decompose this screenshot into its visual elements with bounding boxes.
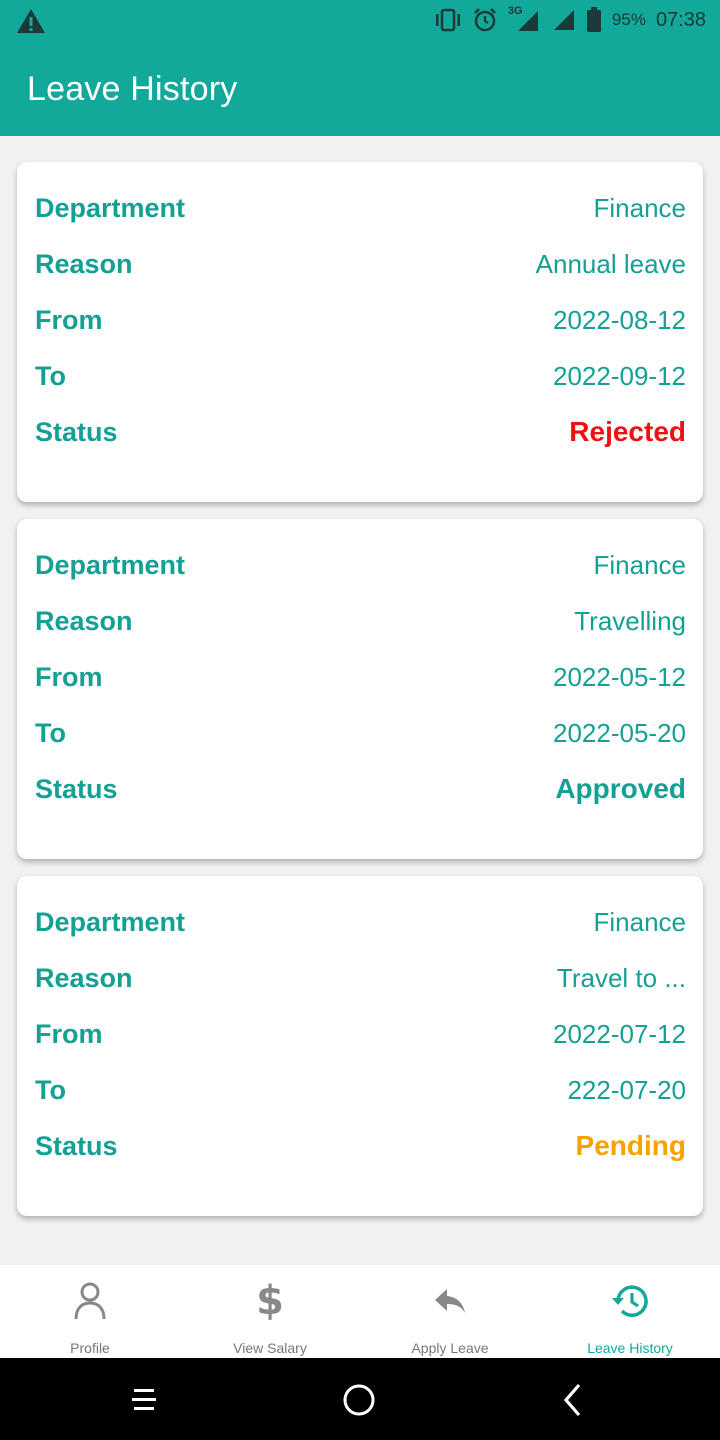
nav-apply-leave[interactable]: Apply Leave — [360, 1265, 540, 1358]
department-value: Finance — [593, 906, 687, 937]
leave-card[interactable]: Department Finance Reason Travelling Fro… — [17, 519, 703, 859]
from-label: From — [35, 304, 103, 335]
battery-percentage: 95% — [611, 10, 646, 29]
to-date: 2022-09-12 — [553, 360, 686, 391]
to-label: To — [35, 717, 66, 748]
status-row: Status Approved — [35, 769, 686, 809]
battery-icon — [586, 7, 602, 33]
from-row: From 2022-07-12 — [35, 1014, 686, 1054]
reason-value: Travelling — [574, 605, 686, 636]
nav-profile[interactable]: Profile — [0, 1265, 180, 1358]
back-icon[interactable] — [551, 1378, 595, 1422]
reason-row: Reason Travelling — [35, 601, 686, 641]
to-date: 222-07-20 — [567, 1074, 686, 1105]
to-label: To — [35, 360, 66, 391]
page-title: Leave History — [27, 70, 238, 108]
from-row: From 2022-08-12 — [35, 300, 686, 340]
reason-row: Reason Annual leave — [35, 244, 686, 284]
dollar-icon: $ — [256, 1278, 284, 1324]
from-date: 2022-07-12 — [553, 1018, 686, 1049]
nav-leave-history[interactable]: Leave History — [540, 1265, 720, 1358]
reply-icon — [430, 1279, 470, 1323]
status-badge: Approved — [555, 773, 686, 804]
status-badge: Rejected — [569, 416, 686, 447]
alarm-icon — [472, 7, 498, 33]
to-label: To — [35, 1074, 66, 1105]
system-navigation-bar — [0, 1358, 720, 1440]
from-row: From 2022-05-12 — [35, 657, 686, 697]
to-row: To 2022-05-20 — [35, 713, 686, 753]
nav-view-salary[interactable]: $ View Salary — [180, 1265, 360, 1358]
warning-icon — [16, 8, 46, 34]
status-bar: 3G 95% 07:38 — [0, 0, 720, 40]
to-date: 2022-05-20 — [553, 717, 686, 748]
department-row: Department Finance — [35, 902, 686, 942]
status-label: Status — [35, 773, 118, 804]
status-badge: Pending — [575, 1130, 686, 1161]
bottom-navigation: Profile $ View Salary Apply Leave Leave … — [0, 1265, 720, 1358]
reason-value: Travel to ... — [556, 962, 686, 993]
reason-row: Reason Travel to ... — [35, 958, 686, 998]
department-value: Finance — [593, 192, 687, 223]
reason-label: Reason — [35, 962, 133, 993]
leave-list[interactable]: Department Finance Reason Annual leave F… — [17, 162, 703, 1233]
department-label: Department — [35, 192, 186, 223]
vibrate-icon — [434, 8, 462, 32]
to-row: To 222-07-20 — [35, 1070, 686, 1110]
status-row: Status Rejected — [35, 412, 686, 452]
status-row: Status Pending — [35, 1126, 686, 1166]
app-bar: Leave History — [0, 40, 720, 136]
reason-label: Reason — [35, 605, 133, 636]
leave-card[interactable]: Department Finance Reason Annual leave F… — [17, 162, 703, 502]
home-icon[interactable] — [337, 1378, 381, 1422]
nav-label: Leave History — [587, 1340, 673, 1356]
department-label: Department — [35, 549, 186, 580]
person-icon — [70, 1279, 110, 1323]
department-label: Department — [35, 906, 186, 937]
to-row: To 2022-09-12 — [35, 356, 686, 396]
status-label: Status — [35, 416, 118, 447]
department-row: Department Finance — [35, 188, 686, 228]
leave-card[interactable]: Department Finance Reason Travel to ... … — [17, 876, 703, 1216]
reason-value: Annual leave — [535, 248, 686, 279]
status-label: Status — [35, 1130, 118, 1161]
from-date: 2022-05-12 — [553, 661, 686, 692]
from-date: 2022-08-12 — [553, 304, 686, 335]
nav-label: Apply Leave — [411, 1340, 489, 1356]
department-row: Department Finance — [35, 545, 686, 585]
nav-label: Profile — [70, 1340, 110, 1356]
from-label: From — [35, 1018, 103, 1049]
clock: 07:38 — [655, 8, 706, 31]
history-icon — [610, 1279, 650, 1323]
from-label: From — [35, 661, 103, 692]
menu-icon[interactable] — [122, 1378, 166, 1422]
department-value: Finance — [593, 549, 687, 580]
nav-label: View Salary — [233, 1340, 307, 1356]
signal-icon — [552, 8, 576, 32]
network-3g-icon: 3G — [508, 5, 542, 33]
reason-label: Reason — [35, 248, 133, 279]
